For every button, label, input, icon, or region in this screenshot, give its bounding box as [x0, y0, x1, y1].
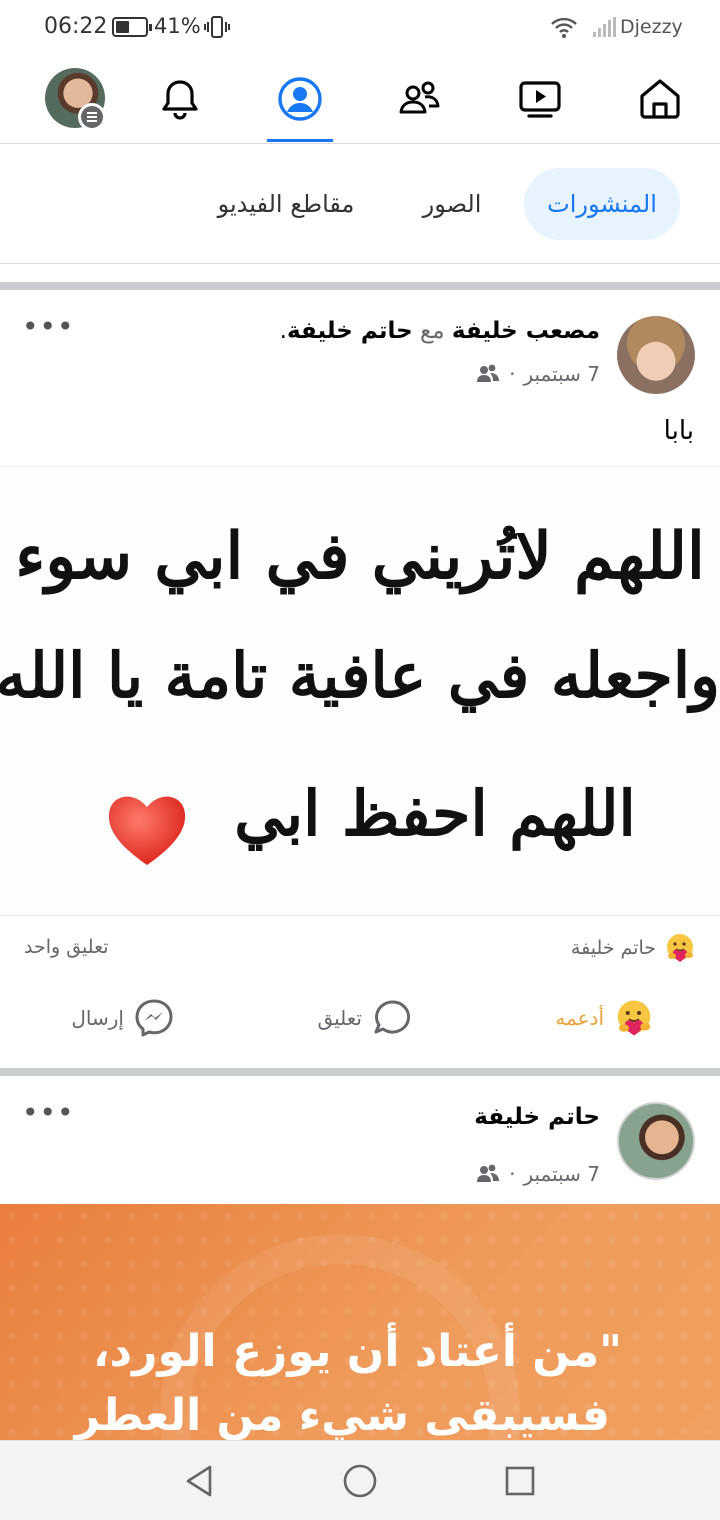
post-header: حاتم خليفة 7 سبتمبر · ••• — [0, 1076, 720, 1204]
support-label: أدعمه — [555, 1006, 604, 1030]
nav-notifications[interactable] — [135, 56, 225, 142]
post-options-icon[interactable]: ••• — [22, 310, 75, 343]
reactor-name: حاتم خليفة — [570, 937, 656, 959]
post-text: بابا — [663, 416, 694, 446]
comment-label: تعليق — [317, 1006, 362, 1030]
nav-menu-avatar[interactable] — [15, 56, 106, 142]
video-icon — [519, 81, 561, 118]
heart-icon — [108, 796, 186, 865]
section-divider — [0, 282, 720, 290]
post-meta: 7 سبتمبر · — [475, 1162, 600, 1186]
quote-line-1: "من أعتاد أن يوزع الورد، — [92, 1326, 622, 1377]
tab-videos[interactable]: مقاطع الفيديو — [198, 168, 374, 240]
post-author-line: مصعب خليفة مع حاتم خليفة. — [280, 318, 600, 344]
battery-percent: 41% — [154, 14, 201, 38]
carrier-name: Djezzy — [620, 16, 683, 38]
top-navigation — [0, 56, 720, 144]
profile-icon — [278, 77, 322, 121]
bell-icon — [162, 80, 198, 120]
status-bar: 06:22 41% Djezzy — [0, 0, 720, 56]
nav-friends[interactable] — [375, 56, 465, 142]
comment-button[interactable]: تعليق — [317, 998, 412, 1038]
comment-count[interactable]: تعليق واحد — [24, 936, 109, 958]
section-divider — [0, 1068, 720, 1076]
comment-icon — [374, 1000, 411, 1034]
care-reaction-icon — [667, 934, 693, 962]
home-icon — [640, 79, 680, 119]
post-actions: أدعمه تعليق إرسال — [0, 982, 720, 1066]
support-button[interactable]: أدعمه — [555, 998, 654, 1038]
post-date[interactable]: 7 سبتمبر — [523, 362, 600, 386]
battery-icon — [112, 17, 152, 37]
vibrate-icon — [204, 16, 230, 38]
profile-filter-tabs: المنشورات الصور مقاطع الفيديو — [0, 144, 720, 264]
post-author[interactable]: حاتم خليفة — [474, 1104, 600, 1130]
post-author[interactable]: مصعب خليفة — [452, 318, 600, 344]
avatar[interactable] — [617, 1102, 695, 1180]
meta-separator: · — [509, 1162, 516, 1186]
nav-watch[interactable] — [495, 56, 585, 142]
quote-line-2: فسيبقى شيء من العطر — [74, 1390, 610, 1440]
nav-profile[interactable] — [255, 56, 345, 142]
back-icon[interactable] — [180, 1461, 220, 1501]
image-text-line-1: اللهم لاتُريني في ابي سوء — [15, 519, 705, 594]
avatar[interactable] — [617, 316, 695, 394]
facebook-profile-screen: 06:22 41% Djezzy المنشورات الصور مقاطع ا… — [0, 0, 720, 1520]
friends-audience-icon — [477, 364, 500, 382]
post-image[interactable]: "من أعتاد أن يوزع الورد، فسيبقى شيء من ا… — [0, 1204, 720, 1440]
tagged-user[interactable]: حاتم خليفة — [287, 318, 413, 344]
tab-posts[interactable]: المنشورات — [524, 168, 680, 240]
tab-photos[interactable]: الصور — [404, 168, 500, 240]
post-author-line: حاتم خليفة — [474, 1104, 600, 1130]
care-reaction-icon — [617, 1000, 651, 1036]
signal-icon — [593, 17, 616, 37]
reactions-summary: تعليق واحد حاتم خليفة — [0, 916, 720, 980]
post-image[interactable]: اللهم لاتُريني في ابي سوء واجعله في عافي… — [0, 466, 720, 916]
status-time: 06:22 — [44, 14, 108, 39]
send-button[interactable]: إرسال — [71, 998, 174, 1038]
menu-icon — [78, 103, 106, 131]
send-label: إرسال — [71, 1006, 124, 1030]
reaction-summary[interactable]: حاتم خليفة — [571, 932, 696, 964]
post-options-icon[interactable]: ••• — [22, 1096, 75, 1129]
messenger-icon — [135, 999, 173, 1037]
with-word: مع — [420, 318, 445, 344]
recents-icon[interactable] — [500, 1461, 540, 1501]
meta-separator: · — [509, 362, 516, 386]
system-navigation-bar — [0, 1440, 720, 1520]
nav-home[interactable] — [615, 56, 705, 142]
image-text-line-2: واجعله في عافية تامة يا الله — [0, 639, 720, 712]
post-date[interactable]: 7 سبتمبر — [523, 1162, 600, 1186]
post-meta: 7 سبتمبر · — [475, 362, 600, 386]
friends-icon — [399, 81, 440, 114]
wifi-icon — [551, 17, 577, 38]
home-button-icon[interactable] — [340, 1461, 380, 1501]
tag-period: . — [279, 318, 287, 344]
friends-audience-icon — [477, 1164, 500, 1182]
post-header: مصعب خليفة مع حاتم خليفة. 7 سبتمبر · •••… — [0, 290, 720, 466]
